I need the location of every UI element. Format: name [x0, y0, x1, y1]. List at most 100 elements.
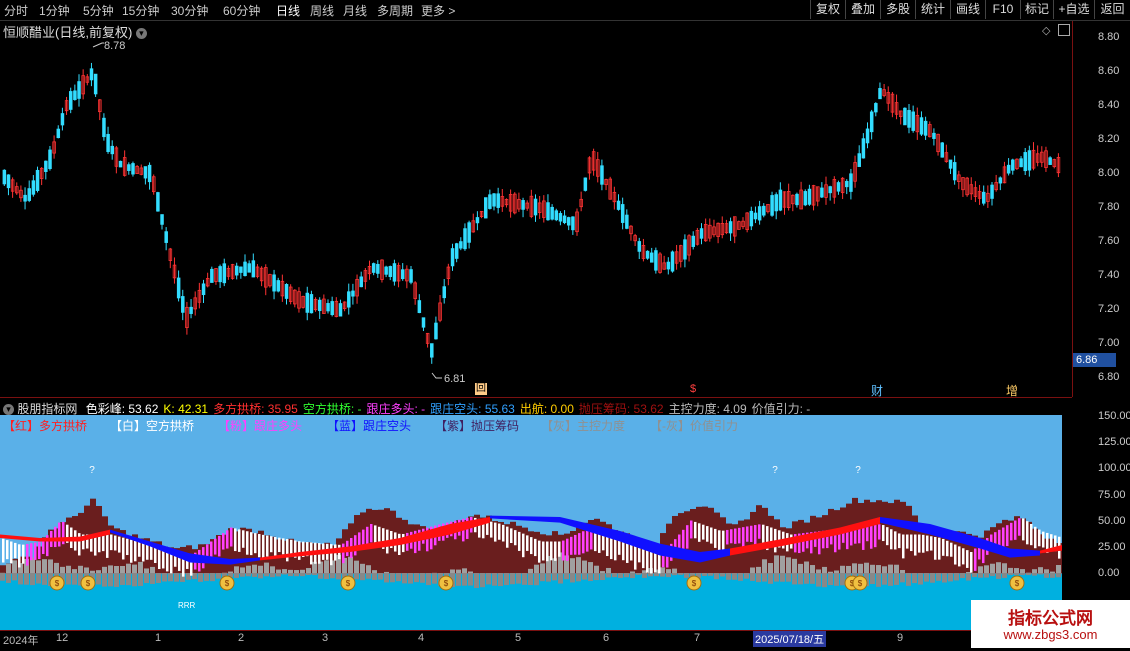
gravity-bar	[540, 573, 545, 581]
candle-body	[845, 181, 848, 186]
gravity-bar	[1038, 573, 1043, 574]
wave-bar	[238, 529, 241, 552]
period-5min[interactable]: 5分钟	[83, 2, 114, 19]
back-button[interactable]: 返回	[1094, 0, 1130, 19]
buyback-marker[interactable]: 回	[475, 383, 487, 395]
gravity-bar	[984, 573, 989, 578]
period-multi[interactable]: 多周期	[377, 2, 413, 19]
control-bar	[804, 562, 809, 573]
period-daily[interactable]: 日线	[276, 2, 300, 19]
control-bar	[6, 564, 11, 573]
multi-stock-button[interactable]: 多股	[880, 0, 915, 19]
draw-line-button[interactable]: 画线	[950, 0, 985, 19]
mark-button[interactable]: 标记	[1020, 0, 1053, 19]
f10-button[interactable]: F10	[985, 0, 1020, 19]
gravity-bar	[828, 573, 833, 585]
period-1min[interactable]: 1分钟	[39, 2, 70, 19]
gravity-bar	[906, 573, 911, 586]
wave-bar	[106, 535, 109, 558]
control-bar	[348, 557, 353, 573]
indicator-tick: 75.00	[1098, 489, 1126, 501]
legend-item: 【蓝】跟庄空头	[327, 417, 411, 434]
indicator-chart[interactable]: $$$$$$$$$???RRR	[0, 415, 1072, 630]
price-tick: 8.00	[1098, 167, 1119, 179]
candle-body	[621, 204, 624, 222]
candle-body	[551, 207, 554, 219]
period-fenshi[interactable]: 分时	[4, 2, 28, 19]
stats-button[interactable]: 统计	[915, 0, 950, 19]
indicator-tick: 50.00	[1098, 515, 1126, 527]
gravity-bar	[156, 573, 161, 583]
candle-body	[837, 183, 840, 192]
gravity-bar	[978, 573, 983, 578]
control-bar	[102, 567, 107, 573]
candlestick-chart[interactable]	[0, 21, 1072, 397]
wave-bar	[518, 532, 521, 551]
candle-body	[904, 108, 907, 125]
wave-bar	[498, 524, 501, 540]
period-weekly[interactable]: 周线	[310, 2, 334, 19]
add-watchlist-button[interactable]: +自选	[1053, 0, 1094, 19]
period-15min[interactable]: 15分钟	[122, 2, 159, 19]
wave-bar	[258, 534, 261, 557]
wave-bar	[938, 538, 941, 560]
candle-body	[177, 278, 180, 298]
control-bar	[228, 572, 233, 573]
candle-body	[211, 269, 214, 282]
gravity-bar	[822, 573, 827, 587]
gravity-bar	[498, 573, 503, 586]
money-bag-icon: $	[220, 576, 234, 590]
control-bar	[996, 562, 1001, 573]
wave-bar	[742, 527, 745, 549]
time-tick: 12	[56, 632, 68, 644]
control-bar	[828, 572, 833, 573]
chevron-down-icon[interactable]: ▾	[3, 404, 14, 415]
gravity-bar	[762, 573, 767, 582]
candle-body	[223, 264, 226, 283]
gravity-bar	[630, 573, 635, 578]
gravity-bar	[312, 573, 317, 575]
wave-bar	[78, 533, 81, 555]
period-more[interactable]: 更多 >	[421, 2, 455, 19]
gravity-bar	[216, 573, 221, 579]
gravity-bar	[234, 573, 239, 578]
gravity-bar	[168, 573, 173, 581]
wave-bar	[942, 539, 945, 556]
gravity-bar	[114, 573, 119, 587]
dividend-marker[interactable]: $	[690, 383, 696, 395]
control-bar	[114, 566, 119, 573]
overlay-button[interactable]: 叠加	[845, 0, 880, 19]
wave-bar	[58, 523, 61, 547]
period-monthly[interactable]: 月线	[343, 2, 367, 19]
candle-body	[69, 91, 72, 109]
candle-body	[45, 161, 48, 171]
gravity-bar	[666, 573, 671, 577]
wave-bar	[514, 530, 517, 545]
control-bar	[1038, 567, 1043, 573]
wave-bar	[1042, 532, 1045, 548]
gravity-bar	[366, 573, 371, 579]
wave-bar	[26, 544, 29, 566]
control-bar	[462, 568, 467, 573]
period-60min[interactable]: 60分钟	[223, 2, 260, 19]
wave-bar	[2, 539, 5, 563]
fuquan-button[interactable]: 复权	[810, 0, 845, 19]
wave-bar	[118, 537, 121, 553]
wave-bar	[754, 525, 757, 545]
gravity-bar	[564, 573, 569, 579]
control-bar	[72, 569, 77, 573]
control-bar	[246, 566, 251, 573]
wave-bar	[130, 540, 133, 563]
period-30min[interactable]: 30分钟	[171, 2, 208, 19]
wave-bar	[638, 548, 641, 563]
wave-bar	[746, 526, 749, 541]
gravity-bar	[126, 573, 131, 585]
candle-body	[758, 207, 761, 220]
candle-body	[982, 192, 985, 203]
wave-bar	[138, 542, 141, 557]
candle-body	[850, 174, 853, 192]
control-bar	[900, 570, 905, 573]
indicator-name[interactable]: 股朋指标网	[17, 402, 77, 416]
candle-body	[671, 252, 674, 271]
gravity-bar	[282, 573, 287, 574]
